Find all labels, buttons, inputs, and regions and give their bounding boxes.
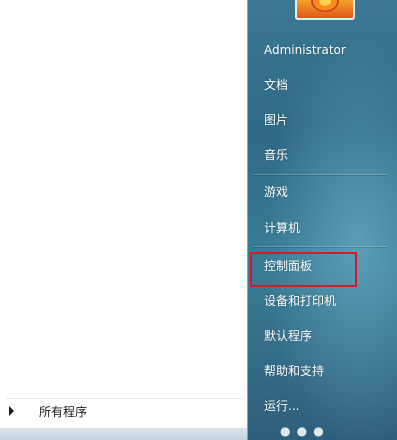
triangle-right-icon <box>9 406 14 416</box>
devices-and-printers-link[interactable]: 设备和打印机 <box>264 293 336 309</box>
search-bar-strip <box>0 428 247 440</box>
user-folder-link[interactable]: Administrator <box>264 42 346 58</box>
all-programs-label: 所有程序 <box>39 405 88 419</box>
games-link[interactable]: 游戏 <box>264 184 288 200</box>
help-and-support-link[interactable]: 帮助和支持 <box>264 363 324 379</box>
documents-link[interactable]: 文档 <box>264 77 288 93</box>
computer-link[interactable]: 计算机 <box>264 220 300 236</box>
pictures-link[interactable]: 图片 <box>264 112 288 128</box>
start-menu: 所有程序 Administrator 文档 图片 音乐 游戏 计算机 控制面板 … <box>0 0 397 440</box>
all-programs-button[interactable]: 所有程序 <box>0 400 242 426</box>
programs-separator <box>6 398 242 399</box>
user-avatar[interactable] <box>295 0 355 20</box>
baidu-watermark-logo: ● ● ● <box>280 424 325 438</box>
control-panel-highlight <box>250 252 357 287</box>
music-link[interactable]: 音乐 <box>264 147 288 163</box>
system-separator <box>254 246 388 247</box>
run-link[interactable]: 运行... <box>264 398 299 414</box>
programs-panel <box>0 0 247 428</box>
places-separator <box>254 174 388 175</box>
default-programs-link[interactable]: 默认程序 <box>264 328 312 344</box>
